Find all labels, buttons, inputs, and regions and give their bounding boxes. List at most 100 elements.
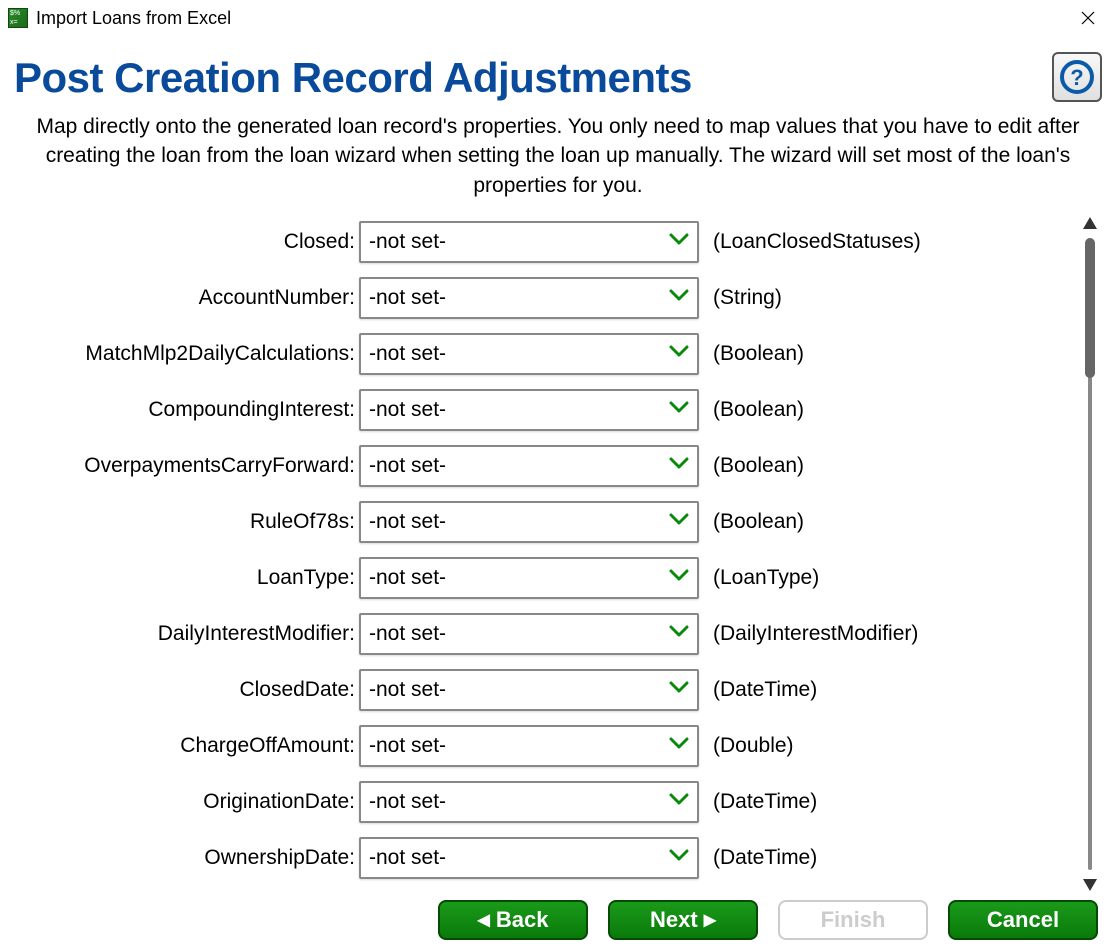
dropdown-value: -not set-	[369, 398, 669, 422]
chevron-down-icon	[669, 568, 689, 588]
dropdown-value: -not set-	[369, 342, 669, 366]
field-dropdown[interactable]: -not set-	[359, 781, 699, 823]
form-container: Closed: -not set- (LoanClosedStatuses) Acco…	[14, 214, 1072, 894]
cancel-button[interactable]: Cancel	[948, 900, 1098, 940]
field-type: (LoanType)	[699, 566, 819, 590]
field-dropdown[interactable]: -not set-	[359, 557, 699, 599]
field-row: OriginationDate: -not set- (DateTime)	[14, 774, 1072, 830]
chevron-down-icon	[669, 456, 689, 476]
field-type: (DateTime)	[699, 846, 817, 870]
field-dropdown[interactable]: -not set-	[359, 501, 699, 543]
triangle-left-icon: ◀	[478, 910, 490, 930]
triangle-right-icon: ▶	[704, 910, 716, 930]
field-label: DailyInterestModifier:	[14, 622, 359, 646]
field-label: ClosedDate:	[14, 678, 359, 702]
field-dropdown[interactable]: -not set-	[359, 837, 699, 879]
field-dropdown[interactable]: -not set-	[359, 669, 699, 711]
dropdown-value: -not set-	[369, 790, 669, 814]
field-label: ChargeOffAmount:	[14, 734, 359, 758]
field-row: DailyInterestModifier: -not set- (DailyInt…	[14, 606, 1072, 662]
dropdown-value: -not set-	[369, 566, 669, 590]
field-label: AccountNumber:	[14, 286, 359, 310]
chevron-down-icon	[669, 792, 689, 812]
field-row: AccountNumber: -not set- (String)	[14, 270, 1072, 326]
finish-label: Finish	[821, 907, 886, 933]
dropdown-value: -not set-	[369, 734, 669, 758]
back-label: Back	[496, 907, 549, 933]
dropdown-value: -not set-	[369, 454, 669, 478]
scroll-track[interactable]	[1088, 238, 1092, 870]
app-icon	[8, 8, 28, 28]
field-row: OverpaymentsCarryForward: -not set- (Boole…	[14, 438, 1072, 494]
field-dropdown[interactable]: -not set-	[359, 613, 699, 655]
field-row: CompoundingInterest: -not set- (Boolean)	[14, 382, 1072, 438]
dropdown-value: -not set-	[369, 846, 669, 870]
field-row: ClosedDate: -not set- (DateTime)	[14, 662, 1072, 718]
window-title: Import Loans from Excel	[36, 8, 1068, 29]
field-dropdown[interactable]: -not set-	[359, 333, 699, 375]
field-label: OverpaymentsCarryForward:	[14, 454, 359, 478]
chevron-down-icon	[669, 848, 689, 868]
field-row: Closed: -not set- (LoanClosedStatuses)	[14, 214, 1072, 270]
field-row: ChargeOffAmount: -not set- (Double)	[14, 718, 1072, 774]
field-row: OwnershipDate: -not set- (DateTime)	[14, 830, 1072, 886]
field-row: MatchMlp2DailyCalculations: -not set- (Boo…	[14, 326, 1072, 382]
scroll-thumb[interactable]	[1085, 238, 1095, 378]
field-type: (DailyInterestModifier)	[699, 622, 918, 646]
back-button[interactable]: ◀ Back	[438, 900, 588, 940]
field-dropdown[interactable]: -not set-	[359, 221, 699, 263]
field-type: (Double)	[699, 734, 794, 758]
close-button[interactable]	[1068, 6, 1108, 30]
field-label: MatchMlp2DailyCalculations:	[14, 342, 359, 366]
field-label: OwnershipDate:	[14, 846, 359, 870]
field-dropdown[interactable]: -not set-	[359, 725, 699, 767]
dropdown-value: -not set-	[369, 510, 669, 534]
field-row: LoanType: -not set- (LoanType)	[14, 550, 1072, 606]
chevron-down-icon	[669, 736, 689, 756]
field-label: Closed:	[14, 230, 359, 254]
field-type: (DateTime)	[699, 790, 817, 814]
chevron-down-icon	[669, 512, 689, 532]
cancel-label: Cancel	[987, 907, 1059, 933]
field-label: CompoundingInterest:	[14, 398, 359, 422]
help-button[interactable]: ?	[1052, 52, 1102, 102]
chevron-down-icon	[669, 680, 689, 700]
field-type: (Boolean)	[699, 342, 804, 366]
field-type: (Boolean)	[699, 454, 804, 478]
field-type: (String)	[699, 286, 782, 310]
field-type: (Boolean)	[699, 398, 804, 422]
page-description: Map directly onto the generated loan rec…	[34, 112, 1082, 200]
chevron-down-icon	[669, 232, 689, 252]
page-title: Post Creation Record Adjustments	[14, 46, 1052, 102]
field-dropdown[interactable]: -not set-	[359, 389, 699, 431]
dropdown-value: -not set-	[369, 286, 669, 310]
field-label: LoanType:	[14, 566, 359, 590]
button-bar: ◀ Back Next ▶ Finish Cancel	[438, 900, 1098, 940]
dropdown-value: -not set-	[369, 622, 669, 646]
field-type: (LoanClosedStatuses)	[699, 230, 921, 254]
field-label: OriginationDate:	[14, 790, 359, 814]
chevron-down-icon	[669, 624, 689, 644]
field-type: (Boolean)	[699, 510, 804, 534]
finish-button: Finish	[778, 900, 928, 940]
field-label: RuleOf78s:	[14, 510, 359, 534]
dropdown-value: -not set-	[369, 230, 669, 254]
field-row: RuleOf78s: -not set- (Boolean)	[14, 494, 1072, 550]
arrow-up-icon	[1081, 214, 1099, 232]
next-button[interactable]: Next ▶	[608, 900, 758, 940]
help-icon: ?	[1059, 59, 1095, 95]
chevron-down-icon	[669, 344, 689, 364]
arrow-down-icon	[1081, 876, 1099, 894]
titlebar: Import Loans from Excel	[0, 0, 1116, 36]
chevron-down-icon	[669, 288, 689, 308]
svg-text:?: ?	[1070, 65, 1083, 90]
scroll-up-button[interactable]	[1081, 214, 1099, 232]
field-type: (DateTime)	[699, 678, 817, 702]
scroll-down-button[interactable]	[1081, 876, 1099, 894]
chevron-down-icon	[669, 400, 689, 420]
next-label: Next	[650, 907, 698, 933]
field-dropdown[interactable]: -not set-	[359, 277, 699, 319]
dropdown-value: -not set-	[369, 678, 669, 702]
close-icon	[1081, 11, 1095, 25]
field-dropdown[interactable]: -not set-	[359, 445, 699, 487]
